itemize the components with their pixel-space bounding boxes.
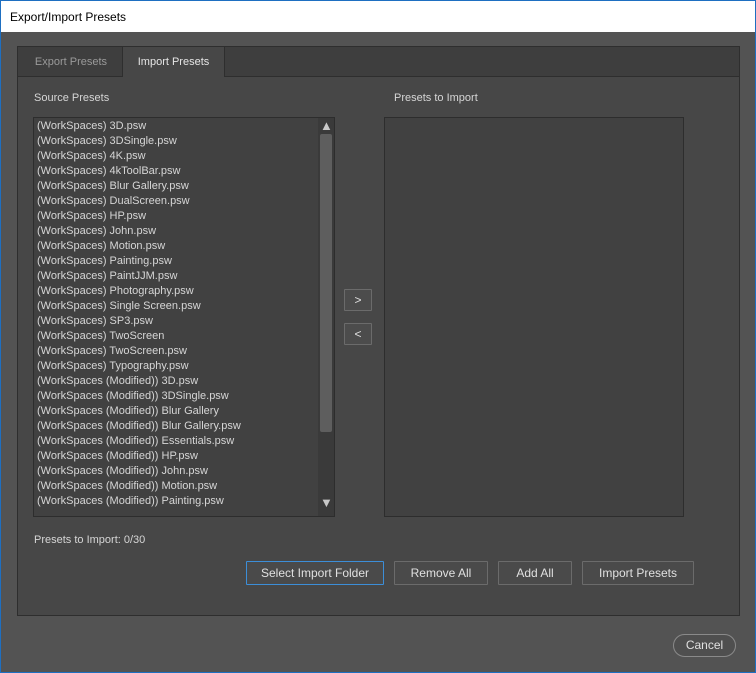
- source-scrollbar[interactable]: ▲ ▼: [318, 118, 334, 516]
- source-preset-item[interactable]: (WorkSpaces) HP.psw: [37, 209, 317, 224]
- source-preset-item[interactable]: (WorkSpaces (Modified)) Painting.psw: [37, 494, 317, 509]
- tab-import-presets[interactable]: Import Presets: [122, 47, 225, 77]
- source-items: (WorkSpaces) 3D.psw (WorkSpaces) 3DSingle…: [37, 119, 317, 509]
- source-preset-item[interactable]: (WorkSpaces) Painting.psw: [37, 254, 317, 269]
- source-preset-item[interactable]: (WorkSpaces (Modified)) Blur Gallery.psw: [37, 419, 317, 434]
- source-preset-item[interactable]: (WorkSpaces (Modified)) Blur Gallery: [37, 404, 317, 419]
- source-preset-item[interactable]: (WorkSpaces (Modified)) 3D.psw: [37, 374, 317, 389]
- select-import-folder-button[interactable]: Select Import Folder: [246, 561, 384, 585]
- source-preset-item[interactable]: (WorkSpaces) 4kToolBar.psw: [37, 164, 317, 179]
- source-preset-item[interactable]: (WorkSpaces) Typography.psw: [37, 359, 317, 374]
- source-preset-item[interactable]: (WorkSpaces) SP3.psw: [37, 314, 317, 329]
- presets-to-import-list[interactable]: [384, 117, 684, 517]
- source-preset-item[interactable]: (WorkSpaces) DualScreen.psw: [37, 194, 317, 209]
- remove-all-button[interactable]: Remove All: [394, 561, 488, 585]
- source-preset-item[interactable]: (WorkSpaces) Blur Gallery.psw: [37, 179, 317, 194]
- source-preset-item[interactable]: (WorkSpaces) Motion.psw: [37, 239, 317, 254]
- title-bar: Export/Import Presets: [1, 1, 755, 32]
- source-preset-item[interactable]: (WorkSpaces) Single Screen.psw: [37, 299, 317, 314]
- source-preset-item[interactable]: (WorkSpaces) John.psw: [37, 224, 317, 239]
- tab-bar: Export Presets Import Presets: [18, 47, 739, 77]
- source-preset-item[interactable]: (WorkSpaces) TwoScreen: [37, 329, 317, 344]
- scroll-up-icon[interactable]: ▲: [320, 119, 333, 133]
- source-preset-item[interactable]: (WorkSpaces) 4K.psw: [37, 149, 317, 164]
- source-preset-item[interactable]: (WorkSpaces) TwoScreen.psw: [37, 344, 317, 359]
- window-title: Export/Import Presets: [10, 10, 127, 24]
- source-preset-item[interactable]: (WorkSpaces) Photography.psw: [37, 284, 317, 299]
- source-preset-item[interactable]: (WorkSpaces (Modified)) Essentials.psw: [37, 434, 317, 449]
- source-preset-item[interactable]: (WorkSpaces (Modified)) HP.psw: [37, 449, 317, 464]
- source-presets-list[interactable]: (WorkSpaces) 3D.psw (WorkSpaces) 3DSingle…: [33, 117, 335, 517]
- presets-to-import-label: Presets to Import: [394, 92, 478, 104]
- scroll-thumb[interactable]: [320, 134, 332, 432]
- source-preset-item[interactable]: (WorkSpaces (Modified)) John.psw: [37, 464, 317, 479]
- presets-panel: Export Presets Import Presets Source Pre…: [17, 46, 740, 616]
- source-preset-item[interactable]: (WorkSpaces (Modified)) Motion.psw: [37, 479, 317, 494]
- scroll-down-icon[interactable]: ▼: [320, 496, 333, 510]
- remove-preset-button[interactable]: <: [344, 323, 372, 345]
- add-all-button[interactable]: Add All: [498, 561, 572, 585]
- source-preset-item[interactable]: (WorkSpaces) PaintJJM.psw: [37, 269, 317, 284]
- add-preset-button[interactable]: >: [344, 289, 372, 311]
- source-preset-item[interactable]: (WorkSpaces (Modified)) 3DSingle.psw: [37, 389, 317, 404]
- source-presets-label: Source Presets: [34, 92, 110, 104]
- import-presets-button[interactable]: Import Presets: [582, 561, 694, 585]
- source-preset-item[interactable]: (WorkSpaces) 3DSingle.psw: [37, 134, 317, 149]
- dialog-window: Export/Import Presets Export Presets Imp…: [0, 0, 756, 673]
- cancel-button[interactable]: Cancel: [673, 634, 736, 657]
- import-count-status: Presets to Import: 0/30: [34, 534, 146, 546]
- source-preset-item[interactable]: (WorkSpaces) 3D.psw: [37, 119, 317, 134]
- tab-export-presets[interactable]: Export Presets: [20, 47, 122, 76]
